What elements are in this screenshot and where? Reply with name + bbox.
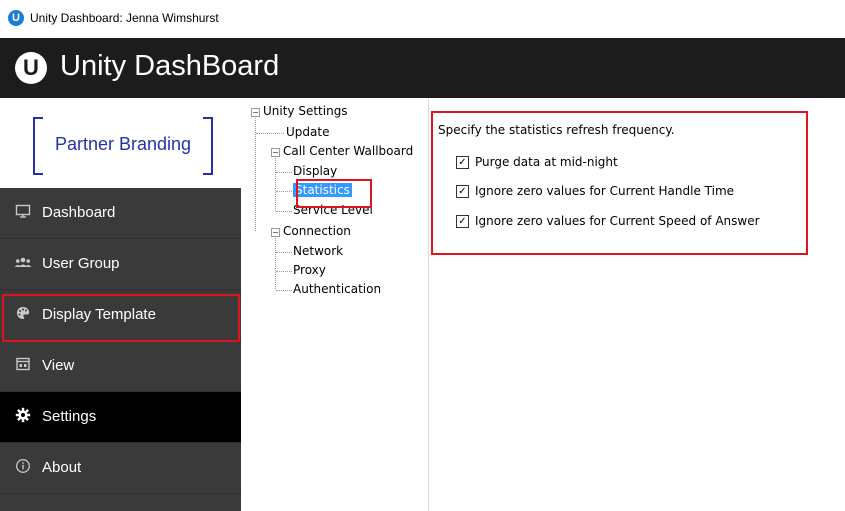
info-icon bbox=[14, 458, 32, 476]
tree-line bbox=[276, 211, 292, 212]
tree-node-network[interactable]: Network bbox=[293, 244, 343, 258]
tree-node-update[interactable]: Update bbox=[286, 125, 329, 139]
tree-node-authentication[interactable]: Authentication bbox=[293, 282, 381, 296]
collapse-icon[interactable]: − bbox=[251, 108, 260, 117]
tree-line bbox=[255, 114, 256, 231]
tree-line bbox=[276, 271, 292, 272]
sidebar-item-label: View bbox=[42, 357, 75, 374]
sidebar-item-settings[interactable]: Settings bbox=[0, 392, 241, 443]
tree-node-connection[interactable]: Connection bbox=[283, 224, 351, 238]
sidebar-item-view[interactable]: View bbox=[0, 341, 241, 392]
tree-line bbox=[256, 133, 284, 134]
sidebar-item-label: About bbox=[42, 459, 82, 476]
collapse-icon[interactable]: − bbox=[271, 228, 280, 237]
settings-highlight-box bbox=[2, 294, 240, 342]
sidebar-item-about[interactable]: About bbox=[0, 443, 241, 494]
tree-line bbox=[276, 191, 292, 192]
window-title: Unity Dashboard: Jenna Wimshurst bbox=[30, 11, 219, 25]
sidebar-item-user-group[interactable]: User Group bbox=[0, 239, 241, 290]
options-highlight-box bbox=[431, 111, 808, 255]
tree-node-display[interactable]: Display bbox=[293, 164, 337, 178]
gear-icon bbox=[14, 407, 32, 425]
app-name: Unity DashBoard bbox=[60, 50, 280, 82]
monitor-icon bbox=[14, 203, 32, 221]
partner-branding-area: Partner Branding bbox=[0, 98, 241, 188]
settings-tree[interactable]: − Unity Settings Update − Call Center Wa… bbox=[241, 98, 429, 511]
window-titlebar: U Unity Dashboard: Jenna Wimshurst bbox=[0, 0, 845, 39]
sidebar-item-dashboard[interactable]: Dashboard bbox=[0, 188, 241, 239]
app-header: U Unity DashBoard bbox=[0, 38, 845, 98]
tree-line bbox=[276, 172, 292, 173]
tree-line bbox=[276, 252, 292, 253]
tree-node-call-center-wallboard[interactable]: Call Center Wallboard bbox=[283, 144, 413, 158]
statistics-highlight-box bbox=[296, 179, 372, 208]
partner-branding-logo: Partner Branding bbox=[33, 117, 213, 175]
sidebar-item-label: User Group bbox=[42, 255, 120, 272]
users-icon bbox=[14, 254, 32, 272]
unity-logo-icon: U bbox=[15, 52, 47, 84]
calendar-view-icon bbox=[14, 356, 32, 374]
tree-line bbox=[275, 156, 276, 211]
collapse-icon[interactable]: − bbox=[271, 148, 280, 157]
tree-line bbox=[276, 290, 292, 291]
partner-branding-text: Partner Branding bbox=[54, 134, 192, 154]
sidebar-item-label: Dashboard bbox=[42, 204, 116, 221]
app-icon: U bbox=[8, 10, 24, 26]
tree-node-unity-settings[interactable]: Unity Settings bbox=[263, 104, 348, 118]
tree-node-proxy[interactable]: Proxy bbox=[293, 263, 326, 277]
sidebar-item-label: Settings bbox=[42, 408, 97, 425]
tree-line bbox=[275, 236, 276, 289]
